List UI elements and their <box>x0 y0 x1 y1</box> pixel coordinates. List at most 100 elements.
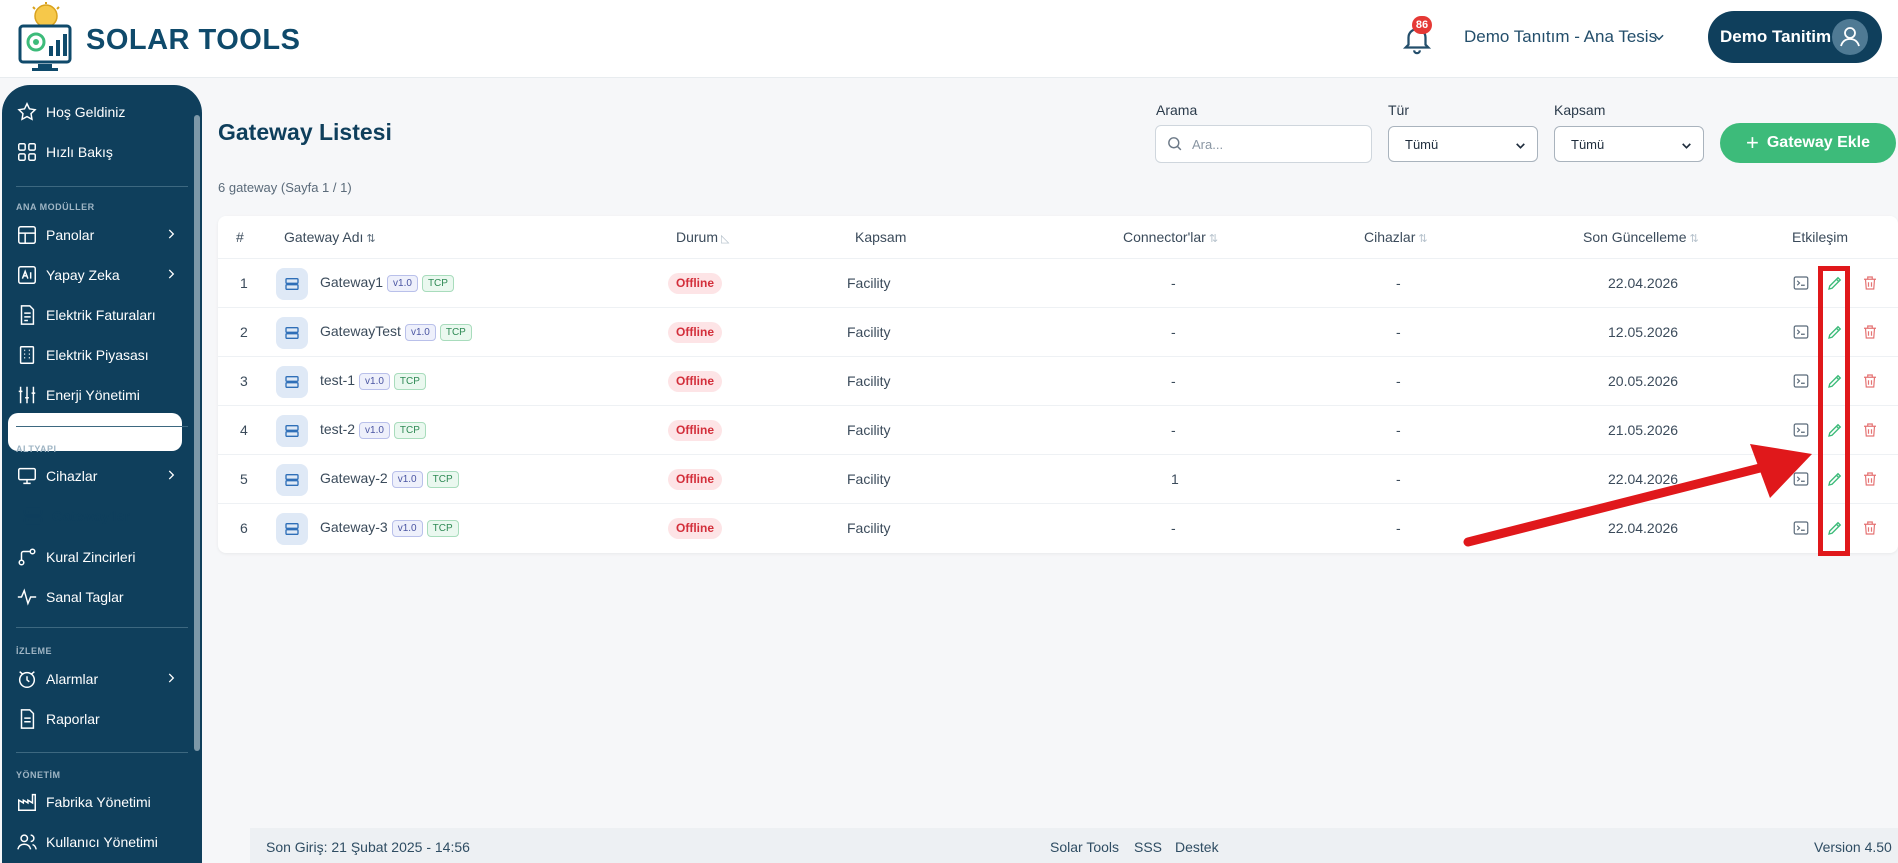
terminal-icon[interactable] <box>1792 372 1810 390</box>
column-header-scope: Kapsam <box>855 229 907 245</box>
scope-cell: Facility <box>847 422 891 438</box>
add-gateway-button[interactable]: + Gateway Ekle <box>1720 123 1896 163</box>
column-header-actions: Etkileşim <box>1792 229 1849 245</box>
sort-icon: ⇅ <box>1418 233 1428 245</box>
page-title: Gateway Listesi <box>218 119 392 145</box>
column-header-updated[interactable]: Son Güncelleme ⇅ <box>1583 229 1699 245</box>
chevron-right-icon <box>168 269 175 279</box>
server-icon <box>285 278 299 290</box>
sidebar-item-label: Raporlar <box>46 711 100 727</box>
delete-trash-icon[interactable] <box>1861 421 1879 439</box>
building-icon <box>19 346 35 364</box>
gateway-name[interactable]: Gateway1 <box>320 274 383 290</box>
column-header-label: Gateway Adı <box>284 229 364 245</box>
type-select[interactable]: Tümü <box>1388 126 1538 162</box>
delete-trash-icon[interactable] <box>1861 470 1879 488</box>
column-header-devices[interactable]: Cihazlar ⇅ <box>1364 229 1428 245</box>
sidebar-item-alarmlar[interactable]: Alarmlar <box>16 662 186 696</box>
sidebar-item-label: Fabrika Yönetimi <box>46 794 151 810</box>
gateway-name-cell: test-2 v1.0 TCP <box>320 421 426 439</box>
grid-icon <box>18 143 36 161</box>
sidebar-item-hos-geldiniz[interactable]: Hoş Geldiniz <box>16 95 186 129</box>
version-badge: v1.0 <box>359 421 390 439</box>
sidebar-item-elektrik-faturalari[interactable]: Elektrik Faturaları <box>16 298 186 332</box>
scope-label: Kapsam <box>1554 102 1606 118</box>
row-number: 3 <box>240 373 248 389</box>
connectors-cell: - <box>1171 324 1176 340</box>
chevron-right-icon <box>168 673 175 683</box>
protocol-badge: TCP <box>421 274 454 292</box>
delete-trash-icon[interactable] <box>1861 519 1879 537</box>
delete-trash-icon[interactable] <box>1861 274 1879 292</box>
sort-icon: ⇅ <box>1208 233 1219 245</box>
sidebar-item-label: Kural Zincirleri <box>46 549 136 565</box>
alarm-icon <box>18 671 36 688</box>
version-badge: v1.0 <box>387 274 418 292</box>
sidebar-item-kural-zincirleri[interactable]: Kural Zincirleri <box>16 540 186 574</box>
sidebar-item-enerji-yonetimi[interactable]: Enerji Yönetimi <box>16 378 186 412</box>
avatar[interactable] <box>1832 19 1868 55</box>
connectors-cell: 1 <box>1171 471 1179 487</box>
column-header-num: # <box>236 229 244 245</box>
sidebar-item-label: Kullanıcı Yönetimi <box>46 834 158 850</box>
gateway-name[interactable]: Gateway-3 <box>320 519 388 535</box>
gateway-name[interactable]: test-1 <box>320 372 355 388</box>
sidebar-item-label: Yapay Zeka <box>46 267 120 283</box>
protocol-badge: TCP <box>393 421 426 439</box>
connectors-cell: - <box>1171 373 1176 389</box>
delete-trash-icon[interactable] <box>1861 323 1879 341</box>
status-badge: Offline <box>668 518 722 539</box>
gateway-icon <box>276 464 308 496</box>
sidebar-item-sanal-taglar[interactable]: Sanal Taglar <box>16 580 186 614</box>
sidebar-item-panolar[interactable]: Panolar <box>16 218 186 252</box>
devices-cell: - <box>1396 422 1401 438</box>
footer-link-solar-tools[interactable]: Solar Tools <box>1050 839 1119 855</box>
terminal-icon[interactable] <box>1792 274 1810 292</box>
column-header-connectors[interactable]: Connector'lar ⇅ <box>1123 229 1218 245</box>
delete-trash-icon[interactable] <box>1861 372 1879 390</box>
sidebar-item-label: Gateway'ler <box>52 508 131 524</box>
sidebar-item-hizli-bakis[interactable]: Hızlı Bakış <box>16 135 186 169</box>
gateway-name-cell: Gateway-2 v1.0 TCP <box>320 470 459 488</box>
footer: Son Giriş: 21 Şubat 2025 - 14:56 Solar T… <box>250 828 1898 863</box>
devices-cell: - <box>1396 324 1401 340</box>
column-header-name[interactable]: Gateway Adı ⇅ <box>284 229 376 245</box>
sidebar-divider <box>16 627 188 628</box>
search-input[interactable] <box>1192 131 1362 157</box>
sort-icon: ⇅ <box>366 233 376 245</box>
user-name: Demo Tanitim <box>1720 27 1832 46</box>
footer-link-faq[interactable]: SSS <box>1134 839 1162 855</box>
chevron-down-icon[interactable] <box>1652 30 1666 44</box>
sidebar-item-fabrika-yonetimi[interactable]: Fabrika Yönetimi <box>16 785 186 819</box>
activity-icon <box>17 588 37 606</box>
terminal-icon[interactable] <box>1792 421 1810 439</box>
column-header-status[interactable]: Durum ◺ <box>676 229 729 245</box>
terminal-icon[interactable] <box>1792 323 1810 341</box>
sidebar-item-yapay-zeka[interactable]: Yapay Zeka <box>16 258 186 292</box>
sort-icon: ⇅ <box>1689 233 1699 245</box>
gateway-name-cell: test-1 v1.0 TCP <box>320 372 426 390</box>
connectors-cell: - <box>1171 422 1176 438</box>
sidebar-item-kullanici-yonetimi[interactable]: Kullanıcı Yönetimi <box>16 825 186 859</box>
gateway-count: 6 gateway (Sayfa 1 / 1) <box>218 180 352 195</box>
gateway-name[interactable]: Gateway-2 <box>320 470 388 486</box>
sidebar-item-elektrik-piyasasi[interactable]: Elektrik Piyasası <box>16 338 186 372</box>
invoice-icon <box>20 305 35 325</box>
row-number: 5 <box>240 471 248 487</box>
sidebar-item-gateways[interactable]: Gateway'ler <box>22 499 192 533</box>
sidebar-scrollbar[interactable] <box>194 115 200 751</box>
status-badge: Offline <box>668 469 722 490</box>
server-icon <box>23 507 43 525</box>
sidebar-item-cihazlar[interactable]: Cihazlar <box>16 459 186 493</box>
monitor-icon <box>18 467 36 485</box>
sidebar-item-label: Hızlı Bakış <box>46 144 113 160</box>
server-icon <box>285 376 299 388</box>
scope-select[interactable]: Tümü <box>1554 126 1704 162</box>
sidebar-item-raporlar[interactable]: Raporlar <box>16 702 186 736</box>
gateway-icon <box>276 415 308 447</box>
gateway-name[interactable]: GatewayTest <box>320 323 401 339</box>
footer-link-support[interactable]: Destek <box>1175 839 1219 855</box>
gateway-name[interactable]: test-2 <box>320 421 355 437</box>
last-login: Son Giriş: 21 Şubat 2025 - 14:56 <box>266 839 470 855</box>
facility-selector[interactable]: Demo Tanıtım - Ana Tesis <box>1464 27 1657 47</box>
